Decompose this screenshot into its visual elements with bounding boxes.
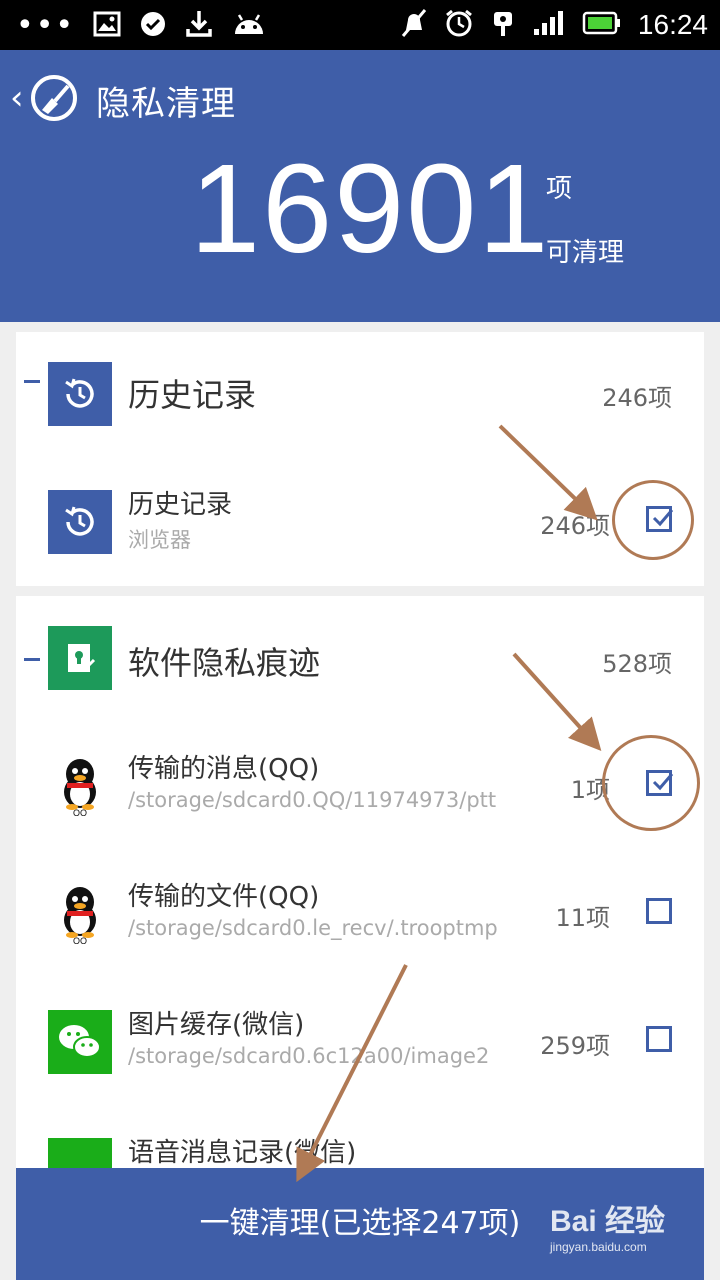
item-subtitle: 浏览器 [128, 528, 191, 552]
group-count: 528项 [602, 650, 672, 678]
watermark-brand: Bai 经验 [550, 1205, 666, 1238]
wechat-icon [48, 1010, 112, 1074]
item-title: 语音消息记录(微信) [128, 1138, 357, 1168]
group-header-app-traces[interactable]: 软件隐私痕迹 528项 [16, 596, 704, 724]
collapse-minus-icon[interactable] [24, 658, 40, 661]
check-circle-icon [139, 10, 167, 42]
count-unit: 项 [546, 174, 573, 204]
group-title: 软件隐私痕迹 [128, 644, 321, 682]
item-count: 259项 [540, 1032, 610, 1060]
android-icon [231, 10, 267, 42]
group-card-history: 历史记录 246项 历史记录 浏览器 246项 [16, 332, 704, 586]
item-subtitle: /storage/sdcard0.le_recv/.trooptmp [128, 916, 498, 940]
total-count: 16901 [190, 138, 551, 279]
history-icon [48, 490, 112, 554]
item-checkbox[interactable] [646, 1026, 672, 1052]
history-icon [48, 362, 112, 426]
wifi-hotspot-icon [490, 8, 516, 42]
item-title: 传输的文件(QQ) [128, 882, 320, 912]
item-subtitle: /storage/sdcard0.QQ/11974973/ptt [128, 788, 497, 812]
broom-logo-icon[interactable] [28, 72, 80, 124]
back-chevron-icon[interactable]: ‹ [10, 78, 24, 118]
item-title: 历史记录 [128, 490, 233, 520]
item-title: 传输的消息(QQ) [128, 754, 320, 784]
page-title: 隐私清理 [96, 84, 236, 124]
more-dots-icon: ••• [16, 8, 76, 43]
clock-time: 16:24 [637, 9, 708, 40]
group-title: 历史记录 [128, 376, 257, 414]
group-card-app-traces: 软件隐私痕迹 528项 QQ 传输的消息(QQ) /storage/sdcard… [16, 596, 704, 1196]
status-bar: ••• 16:24 [0, 0, 720, 50]
watermark-url: jingyan.baidu.com [550, 1240, 647, 1254]
header: ‹ 隐私清理 16901 项 可清理 [0, 50, 720, 322]
item-count: 246项 [540, 512, 610, 540]
cleanable-label: 可清理 [546, 238, 625, 268]
image-icon [93, 11, 121, 41]
annotation-circle [602, 735, 700, 831]
battery-icon [582, 11, 622, 39]
list-item[interactable]: 图片缓存(微信) /storage/sdcard0.6c12a00/image2… [16, 978, 704, 1106]
annotation-circle [612, 480, 694, 560]
baidu-watermark: Bai 经验 jingyan.baidu.com [550, 1196, 665, 1254]
list-item[interactable]: QQ 传输的消息(QQ) /storage/sdcard0.QQ/1197497… [16, 722, 704, 850]
group-count: 246项 [602, 384, 672, 412]
qq-penguin-icon: QQ [48, 882, 112, 946]
list-item[interactable]: 历史记录 浏览器 246项 [16, 458, 704, 586]
privacy-lock-icon [48, 626, 112, 690]
qq-icon-label: QQ [73, 808, 87, 816]
item-count: 11项 [555, 904, 610, 932]
item-checkbox[interactable] [646, 898, 672, 924]
item-subtitle: /storage/sdcard0.6c12a00/image2 [128, 1044, 490, 1068]
qq-penguin-icon: QQ [48, 754, 112, 818]
download-icon [185, 9, 213, 43]
list-item[interactable]: QQ 传输的文件(QQ) /storage/sdcard0.le_recv/.t… [16, 850, 704, 978]
qq-icon-label: QQ [73, 936, 87, 944]
alarm-icon [444, 8, 474, 42]
mute-icon [400, 8, 428, 42]
item-title: 图片缓存(微信) [128, 1010, 305, 1040]
group-header-history[interactable]: 历史记录 246项 [16, 332, 704, 460]
collapse-minus-icon[interactable] [24, 380, 40, 383]
signal-icon [532, 9, 566, 41]
